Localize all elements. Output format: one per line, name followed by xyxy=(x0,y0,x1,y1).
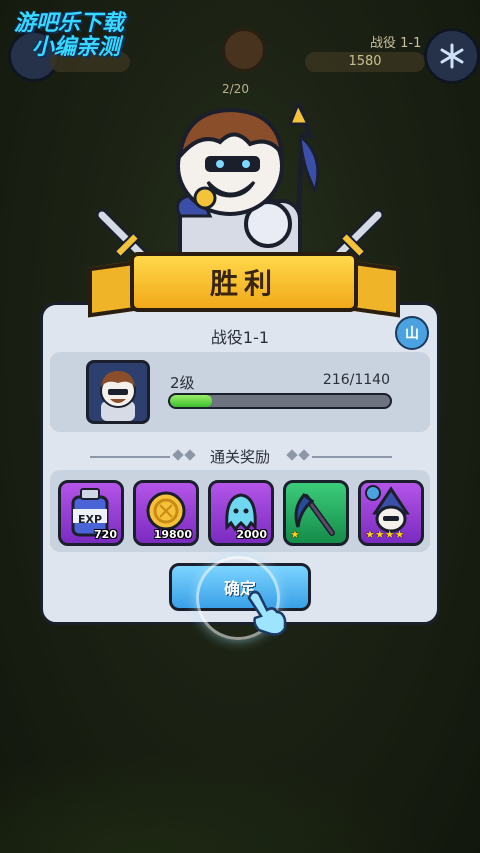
level-label: 2级 xyxy=(170,374,195,392)
reward-hero-card[interactable]: ★★★★ xyxy=(358,480,424,546)
pointer-hand-icon xyxy=(247,590,287,636)
settings-button[interactable] xyxy=(424,28,480,84)
reward-soul[interactable]: 2000 xyxy=(208,480,274,546)
watermark-line2: 小编亲测 xyxy=(32,35,121,60)
victory-title: 胜利 xyxy=(209,267,278,300)
reward-scythe[interactable]: ★ xyxy=(283,480,349,546)
confirm-button[interactable]: 确定 xyxy=(169,563,311,611)
exp-bar xyxy=(168,393,392,409)
snowflake-icon xyxy=(440,43,464,69)
rarity-stars: ★ xyxy=(290,528,300,541)
reward-header: 通关奖励 xyxy=(209,448,270,466)
battle-icon xyxy=(222,28,266,72)
exp-label: EXP xyxy=(78,513,103,526)
map-button[interactable]: 山 xyxy=(395,316,429,350)
victory-banner: 胜利 xyxy=(130,252,358,312)
hero-portrait-icon xyxy=(100,371,136,421)
exp-bar-fill xyxy=(170,395,212,407)
divider-right xyxy=(312,456,392,458)
reward-exp-potion[interactable]: EXP 720 xyxy=(58,480,124,546)
hero-character xyxy=(176,100,320,273)
ground-shadow xyxy=(0,733,480,853)
exp-text: 216/1140 xyxy=(322,372,390,388)
rarity-stars: ★★★★ xyxy=(365,528,405,541)
wave-progress: 2/20 xyxy=(222,82,249,96)
reward-amount: 19800 xyxy=(153,528,192,541)
reward-amount: 2000 xyxy=(236,528,267,541)
reward-gold-coin[interactable]: 19800 xyxy=(133,480,199,546)
watermark-line1: 游吧乐下载 xyxy=(14,11,125,36)
hero-avatar xyxy=(86,360,150,424)
watermark: 游吧乐下载 小编亲测 xyxy=(14,12,124,60)
stage-title: 战役 1-1 xyxy=(370,36,422,51)
power-value: 1580 xyxy=(305,52,425,72)
reward-amount: 720 xyxy=(94,528,117,541)
